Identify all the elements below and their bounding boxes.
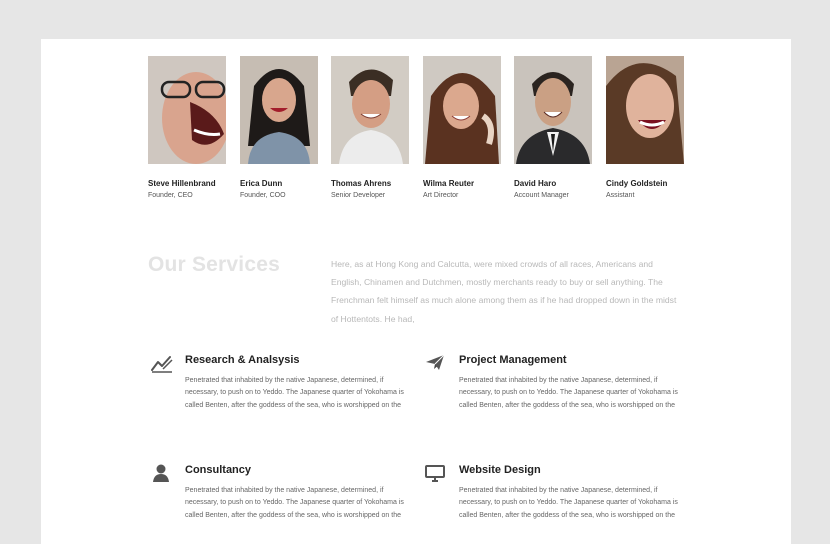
- service-description: Penetrated that inhabited by the native …: [185, 377, 404, 409]
- member-photo[interactable]: [240, 56, 318, 164]
- team-member[interactable]: Wilma Reuter Art Director: [423, 56, 501, 199]
- member-name: Thomas Ahrens: [331, 179, 392, 188]
- member-photo[interactable]: [514, 56, 592, 164]
- service-title: Consultancy: [185, 464, 252, 476]
- member-role: Assistant: [606, 192, 635, 199]
- service-description: Penetrated that inhabited by the native …: [185, 487, 404, 519]
- page-content: Steve Hillenbrand Founder, CEO Erica Dun…: [41, 39, 791, 544]
- team-member[interactable]: Cindy Goldstein Assistant: [606, 56, 684, 199]
- team-member[interactable]: Steve Hillenbrand Founder, CEO: [148, 56, 226, 199]
- member-photo[interactable]: [148, 56, 226, 164]
- member-name: Cindy Goldstein: [606, 179, 668, 188]
- member-photo[interactable]: [331, 56, 409, 164]
- service-description: Penetrated that inhabited by the native …: [459, 487, 678, 519]
- chart-line-icon: [151, 353, 173, 373]
- services-title: Our Services: [148, 253, 280, 276]
- service-title: Research & Analsysis: [185, 354, 300, 366]
- service-description: Penetrated that inhabited by the native …: [459, 377, 678, 409]
- team-member[interactable]: Erica Dunn Founder, COO: [240, 56, 318, 199]
- member-name: Wilma Reuter: [423, 179, 475, 188]
- member-name: David Haro: [514, 179, 557, 188]
- member-role: Founder, COO: [240, 192, 286, 199]
- user-icon: [151, 463, 171, 483]
- team-member[interactable]: David Haro Account Manager: [514, 56, 592, 199]
- member-role: Founder, CEO: [148, 192, 193, 199]
- service-title: Website Design: [459, 464, 541, 476]
- member-role: Account Manager: [514, 192, 569, 199]
- member-name: Steve Hillenbrand: [148, 179, 216, 188]
- monitor-icon: [425, 463, 445, 483]
- member-name: Erica Dunn: [240, 179, 283, 188]
- service-title: Project Management: [459, 354, 567, 366]
- team-section: Steve Hillenbrand Founder, CEO Erica Dun…: [148, 56, 688, 206]
- team-member[interactable]: Thomas Ahrens Senior Developer: [331, 56, 409, 199]
- services-intro: Here, as at Hong Kong and Calcutta, were…: [331, 259, 677, 324]
- member-role: Senior Developer: [331, 192, 386, 199]
- member-role: Art Director: [423, 192, 459, 199]
- paper-plane-icon: [425, 353, 445, 373]
- member-photo[interactable]: [606, 56, 684, 164]
- member-photo[interactable]: [423, 56, 501, 164]
